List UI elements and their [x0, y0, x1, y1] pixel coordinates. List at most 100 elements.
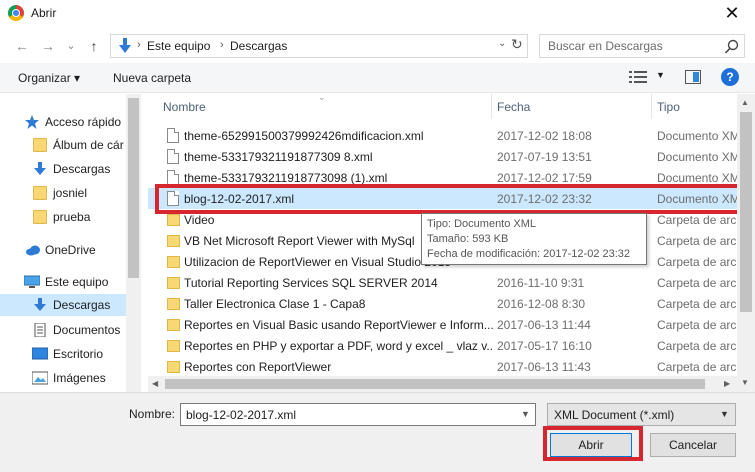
- sidebar-item-label: Este equipo: [45, 275, 109, 289]
- sidebar-item-label: josniel: [53, 186, 88, 200]
- file-row[interactable]: theme-533179321191877309 8.xml 2017-07-1…: [148, 146, 738, 167]
- help-icon[interactable]: ?: [721, 68, 739, 86]
- breadcrumb-separator: ›: [220, 39, 224, 51]
- sidebar-item-este-equipo[interactable]: Este equipo: [0, 271, 126, 293]
- folder-row[interactable]: Taller Electronica Clase 1 - Capa8 2016-…: [148, 293, 738, 314]
- folder-date: 2016-12-08 8:30: [497, 297, 586, 311]
- sidebar-item-label: OneDrive: [45, 243, 96, 257]
- file-row[interactable]: theme-652991500379992426mdificacion.xml …: [148, 125, 738, 146]
- cancel-button[interactable]: Cancelar: [650, 433, 736, 457]
- search-box[interactable]: Buscar en Descargas: [539, 34, 745, 58]
- address-bar[interactable]: › Este equipo › Descargas ⌄ ↻: [110, 34, 528, 58]
- navigation-bar: ← → ⌄ ↑ › Este equipo › Descargas ⌄ ↻ Bu…: [0, 31, 755, 63]
- column-header-name[interactable]: Nombre: [163, 100, 206, 114]
- sidebar-item-escritorio[interactable]: Escritorio: [0, 343, 126, 365]
- scroll-down-icon[interactable]: ▼: [741, 378, 749, 387]
- sidebar-item-descargas[interactable]: Descargas: [0, 294, 126, 316]
- filetype-select[interactable]: XML Document (*.xml) ▼: [547, 403, 736, 426]
- sidebar-item-acceso-rapido[interactable]: Acceso rápido: [0, 111, 126, 133]
- folder-icon: [167, 298, 180, 310]
- column-divider[interactable]: [491, 94, 492, 119]
- sidebar-item-label: Escritorio: [53, 347, 104, 361]
- folder-row[interactable]: Reportes con ReportViewer 2017-06-13 11:…: [148, 356, 738, 376]
- sidebar-scrollbar[interactable]: [126, 94, 141, 392]
- sidebar-item-label: Documentos: [53, 323, 121, 337]
- pictures-icon: [32, 371, 48, 385]
- sidebar-item-documentos[interactable]: Documentos: [0, 319, 126, 341]
- sidebar-item-imagenes[interactable]: Imágenes: [0, 367, 126, 389]
- breadcrumb-descargas[interactable]: Descargas: [230, 39, 287, 53]
- folder-icon: [33, 186, 47, 200]
- folder-name: Reportes con ReportViewer: [184, 360, 332, 374]
- window-title: Abrir: [31, 6, 57, 20]
- up-arrow-icon[interactable]: ↑: [84, 36, 104, 56]
- filename-input[interactable]: blog-12-02-2017.xml: [186, 408, 296, 422]
- chevron-down-icon[interactable]: ▼: [521, 409, 530, 419]
- column-divider[interactable]: [651, 94, 652, 119]
- download-arrow-icon: [119, 38, 131, 53]
- file-name: theme-533179321191877309 8.xml: [184, 150, 373, 164]
- views-dropdown-icon[interactable]: ▼: [656, 70, 665, 80]
- file-list-horizontal-scrollbar[interactable]: ◀ ▶: [148, 376, 737, 392]
- sidebar-item-josniel[interactable]: josniel: [0, 182, 126, 204]
- folder-icon: [33, 138, 47, 152]
- file-name: theme-652991500379992426mdificacion.xml: [184, 129, 424, 143]
- scroll-up-icon[interactable]: ▲: [741, 98, 749, 107]
- horizontal-scrollbar-thumb[interactable]: [165, 379, 705, 389]
- organize-button[interactable]: Organizar ▾: [18, 71, 80, 85]
- desktop-icon: [32, 347, 48, 360]
- sidebar-item-descargas-quick[interactable]: Descargas: [0, 158, 126, 180]
- refresh-icon[interactable]: ↻: [511, 36, 523, 53]
- chevron-down-icon[interactable]: ▼: [720, 409, 729, 419]
- folder-name: Reportes en PHP y exportar a PDF, word y…: [184, 339, 494, 353]
- folder-icon: [167, 256, 180, 268]
- navigation-pane: Acceso rápido Álbum de cár Descargas jos…: [0, 94, 141, 392]
- back-arrow-icon[interactable]: ←: [12, 36, 32, 56]
- folder-date: 2017-06-13 11:43: [497, 360, 591, 374]
- scroll-right-icon[interactable]: ▶: [724, 379, 730, 388]
- xml-file-icon: [167, 149, 179, 164]
- folder-type: Carpeta de archivos: [657, 339, 738, 353]
- selected-file-highlight: [155, 184, 742, 214]
- breadcrumb-este-equipo[interactable]: Este equipo: [147, 39, 210, 53]
- folder-icon: [167, 214, 180, 226]
- close-icon[interactable]: ✕: [712, 0, 752, 26]
- recent-locations-icon[interactable]: ⌄: [61, 36, 81, 56]
- file-list-vertical-scrollbar[interactable]: ▲ ▼: [737, 94, 755, 392]
- search-icon[interactable]: [724, 39, 740, 55]
- filename-field[interactable]: blog-12-02-2017.xml ▼: [180, 403, 536, 426]
- download-arrow-icon: [34, 298, 46, 311]
- search-input[interactable]: Buscar en Descargas: [548, 39, 663, 53]
- sidebar-item-album[interactable]: Álbum de cár: [0, 134, 126, 156]
- vertical-scrollbar-thumb[interactable]: [740, 112, 752, 312]
- open-button-highlight: [543, 426, 643, 461]
- folder-date: 2017-06-13 11:44: [497, 318, 591, 332]
- filename-label: Nombre:: [129, 407, 176, 421]
- sidebar-item-prueba[interactable]: prueba: [0, 206, 126, 228]
- column-header-date[interactable]: Fecha: [497, 100, 530, 114]
- file-date: 2017-12-02 17:59: [497, 171, 592, 185]
- cloud-icon: [26, 245, 40, 256]
- file-type: Documento XML: [657, 171, 738, 185]
- folder-row[interactable]: Reportes en Visual Basic usando ReportVi…: [148, 314, 738, 335]
- chevron-down-icon[interactable]: ⌄: [498, 38, 506, 49]
- folder-icon: [167, 340, 180, 352]
- preview-pane-icon[interactable]: [685, 70, 701, 84]
- tooltip-modified: Fecha de modificación: 2017-12-02 23:32: [427, 248, 631, 260]
- sidebar-item-onedrive[interactable]: OneDrive: [0, 239, 126, 261]
- folder-date: 2016-11-10 9:31: [497, 276, 585, 290]
- column-header-type[interactable]: Tipo: [657, 100, 680, 114]
- folder-row[interactable]: Tutorial Reporting Services SQL SERVER 2…: [148, 272, 738, 293]
- folder-name: Reportes en Visual Basic usando ReportVi…: [184, 318, 494, 332]
- forward-arrow-icon[interactable]: →: [38, 36, 58, 56]
- view-options-icon[interactable]: [629, 70, 647, 84]
- file-tooltip: Tipo: Documento XML Tamaño: 593 KB Fecha…: [421, 213, 647, 265]
- sidebar-scrollbar-thumb[interactable]: [128, 98, 139, 278]
- folder-type: Carpeta de archivos: [657, 297, 738, 311]
- scroll-left-icon[interactable]: ◀: [152, 379, 158, 388]
- folder-row[interactable]: Reportes en PHP y exportar a PDF, word y…: [148, 335, 738, 356]
- new-folder-button[interactable]: Nueva carpeta: [113, 71, 191, 85]
- documents-icon: [34, 323, 46, 337]
- folder-icon: [33, 210, 47, 224]
- sidebar-item-label: Imágenes: [53, 371, 106, 385]
